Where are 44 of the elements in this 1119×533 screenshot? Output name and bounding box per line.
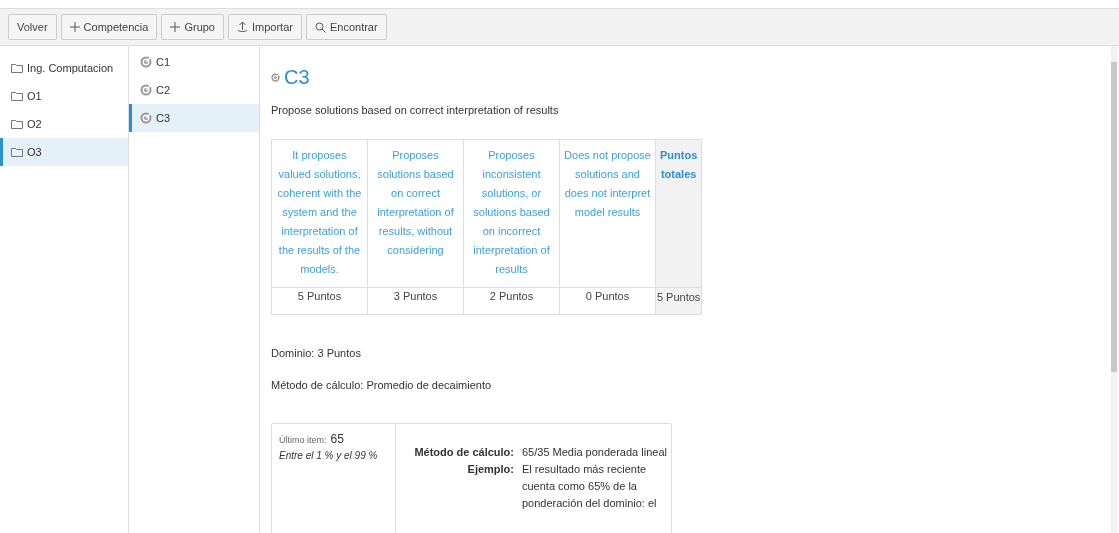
calc-value: 65/35 Media ponderada lineal: [522, 445, 668, 460]
target-icon: [140, 84, 152, 96]
toolbar-button[interactable]: Importar: [228, 14, 302, 40]
toolbar-button[interactable]: Grupo: [161, 14, 224, 40]
criterion-cell: It proposes valued solutions, coherent with the system and the interpretation of the results of the models.: [271, 139, 368, 287]
calc-label: Método de cálculo:: [413, 445, 514, 460]
mastery-text: Dominio: 3 Puntos: [271, 346, 362, 361]
group-item[interactable]: Ing. Computacion: [0, 54, 128, 82]
competency-item[interactable]: C3: [129, 104, 259, 132]
toolbar-button[interactable]: Encontrar: [305, 14, 387, 40]
calc-label: Ejemplo:: [466, 462, 514, 477]
plus-icon: [69, 22, 80, 32]
group-item[interactable]: O1: [0, 82, 128, 110]
target-icon: [140, 56, 152, 68]
method-text: Método de cálculo: Promedio de decaimiento: [271, 377, 493, 393]
total-heading: Puntos totales: [655, 139, 702, 287]
toolbar-button[interactable]: Volver: [8, 14, 57, 40]
upload-icon: [237, 21, 248, 33]
folder-icon: [11, 63, 23, 73]
folder-icon: [11, 147, 23, 157]
competency-title: C3: [284, 65, 310, 90]
folder-icon: [11, 119, 23, 129]
target-icon: [140, 112, 152, 124]
criterion-cell: Proposes solutions based on correct interpretation of results, without considering: [367, 139, 464, 287]
last-item-label: Último item:: [279, 434, 327, 447]
points-cell: 3 Puntos: [367, 287, 464, 315]
group-item[interactable]: O3: [0, 138, 128, 166]
criterion-cell: Does not propose solutions and does not interpret model results: [559, 139, 656, 287]
group-item[interactable]: O2: [0, 110, 128, 138]
folder-icon: [11, 91, 23, 101]
competency-item[interactable]: C2: [129, 76, 259, 104]
competency-item[interactable]: C1: [129, 48, 259, 76]
description: Propose solutions based on correct interpretation of results: [271, 103, 560, 118]
points-cell: 0 Puntos: [559, 287, 656, 315]
calc-value: El resultado más reciente cuenta como 65% de la ponderación del dominio: el: [522, 462, 658, 511]
plus-icon: [170, 22, 181, 32]
criterion-cell: Proposes inconsistent solutions, or solutions based on incorrect interpretation of results: [463, 139, 560, 287]
toolbar-button[interactable]: Competencia: [60, 14, 158, 40]
points-cell: 5 Puntos: [271, 287, 368, 315]
target-icon: [271, 72, 280, 82]
last-item-value: 65: [330, 431, 344, 448]
search-icon: [314, 21, 326, 33]
range-text: Entre el 1 % y el 99 %: [279, 449, 379, 463]
points-cell: 2 Puntos: [463, 287, 560, 315]
